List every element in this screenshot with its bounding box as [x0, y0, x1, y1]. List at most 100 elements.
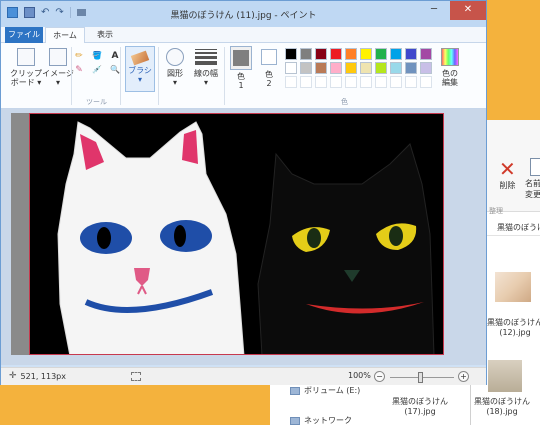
status-bar: ✛ 521, 113px 100% − + [1, 367, 486, 385]
palette-swatch[interactable] [285, 62, 297, 74]
paint-window: ↶ ↷ 黒猫のぼうけん (11).jpg - ペイント ─ ✕ ファイル ホーム… [0, 0, 487, 385]
palette-swatch[interactable] [390, 48, 402, 60]
palette-swatch[interactable] [375, 62, 387, 74]
file-label-17[interactable]: 黒猫のぼうけん (17).jpg [390, 397, 450, 417]
palette-swatch[interactable] [300, 62, 312, 74]
shapes-button[interactable]: 図形 ▾ [161, 48, 189, 87]
selection-size-icon [131, 372, 141, 381]
palette-swatch[interactable] [375, 48, 387, 60]
zoom-slider-thumb[interactable] [418, 372, 423, 383]
tab-file[interactable]: ファイル [5, 27, 43, 43]
brush-button[interactable]: ブラシ ▾ [125, 46, 155, 92]
delete-icon: ✕ [499, 157, 516, 181]
palette-swatch[interactable] [360, 48, 372, 60]
network-icon [290, 416, 300, 425]
cursor-position: ✛ 521, 113px [9, 371, 66, 381]
tab-home[interactable]: ホーム [45, 27, 85, 44]
zoom-in-button[interactable]: + [458, 371, 469, 382]
color1-swatch [230, 46, 252, 70]
palette-swatch[interactable] [390, 76, 402, 88]
cursor-icon: ✛ [9, 371, 17, 381]
color-group-label: 色 [341, 98, 348, 106]
brush-icon [130, 50, 150, 66]
edit-colors-icon [441, 48, 459, 66]
nav-volume-e[interactable]: ボリューム (E:) [290, 385, 360, 396]
cursor-position-text: 521, 113px [20, 371, 66, 381]
fill-icon[interactable]: 🪣 [91, 51, 103, 61]
file-label-12[interactable]: 黒猫のぼうけん (12).jpg [485, 318, 540, 338]
palette-swatch[interactable] [300, 76, 312, 88]
color-picker-icon[interactable]: 💉 [91, 65, 103, 75]
cat-drawing [57, 121, 435, 354]
line-width-button[interactable]: 線の幅 ▾ [191, 48, 221, 87]
clipboard-icon [17, 48, 35, 66]
color2-label: 色 2 [265, 70, 273, 88]
drive-icon [290, 386, 300, 395]
line-width-icon [195, 48, 217, 66]
palette-swatch[interactable] [330, 76, 342, 88]
image-icon [49, 48, 67, 66]
edit-colors-label: 色の 編集 [442, 69, 458, 87]
rename-button[interactable]: 名前の 変更 [525, 158, 540, 200]
edit-colors-button[interactable]: 色の 編集 [435, 48, 465, 87]
color1-label: 色 1 [237, 72, 245, 90]
palette-swatch[interactable] [330, 62, 342, 74]
canvas-margin [11, 113, 29, 355]
nav-volume-label: ボリューム (E:) [304, 386, 361, 395]
palette-swatch[interactable] [285, 48, 297, 60]
file-thumbnail-12[interactable] [495, 272, 531, 302]
palette-swatch[interactable] [345, 48, 357, 60]
eraser-icon[interactable]: ✎ [73, 65, 85, 75]
delete-button[interactable]: ✕ 削除 [499, 158, 516, 191]
palette-swatch[interactable] [420, 62, 432, 74]
palette-swatch[interactable] [360, 62, 372, 74]
brush-label: ブラシ ▾ [128, 66, 152, 84]
palette-swatch[interactable] [315, 76, 327, 88]
palette-swatch[interactable] [345, 76, 357, 88]
line-width-label: 線の幅 ▾ [194, 69, 218, 87]
file-label-18[interactable]: 黒猫のぼうけん (18).jpg [472, 397, 532, 417]
clipboard-button[interactable]: クリップ ボード ▾ [9, 48, 43, 87]
color2-button[interactable]: 色 2 [259, 49, 279, 88]
drawing-canvas[interactable] [29, 113, 444, 355]
color1-button[interactable]: 色 1 [228, 46, 254, 90]
close-button[interactable]: ✕ [450, 1, 486, 20]
palette-swatch[interactable] [405, 62, 417, 74]
palette-swatch[interactable] [405, 76, 417, 88]
organize-group-label: 整理 [489, 207, 503, 215]
palette-swatch[interactable] [345, 62, 357, 74]
ribbon-tabs: ファイル ホーム 表示 [1, 27, 486, 44]
palette-swatch[interactable] [405, 48, 417, 60]
pencil-icon[interactable]: ✏ [73, 51, 85, 61]
palette-swatch[interactable] [300, 48, 312, 60]
palette-swatch[interactable] [390, 62, 402, 74]
ribbon: クリップ ボード ▾ イメージ ▾ ✏ 🪣 A ✎ 💉 🔍 ツール ブラシ ▾ … [1, 43, 486, 109]
palette-swatch[interactable] [315, 62, 327, 74]
palette-swatch[interactable] [420, 48, 432, 60]
delete-label: 削除 [499, 181, 516, 190]
file-thumbnail-18[interactable] [488, 360, 522, 392]
nav-network[interactable]: ネットワーク [290, 415, 352, 425]
palette-swatch[interactable] [420, 76, 432, 88]
palette-swatch[interactable] [360, 76, 372, 88]
ribbon-divider [224, 47, 225, 105]
nav-network-label: ネットワーク [304, 416, 352, 425]
rename-icon [530, 158, 540, 176]
minimize-button[interactable]: ─ [421, 1, 447, 21]
palette-swatch[interactable] [315, 48, 327, 60]
color-palette [285, 48, 432, 88]
color2-swatch [261, 49, 277, 65]
palette-swatch[interactable] [330, 48, 342, 60]
shapes-icon [166, 48, 184, 66]
ribbon-divider [71, 47, 72, 105]
clipboard-label: クリップ ボード ▾ [10, 69, 42, 87]
palette-swatch[interactable] [285, 76, 297, 88]
zoom-level: 100% [348, 371, 371, 380]
image-button[interactable]: イメージ ▾ [41, 48, 75, 87]
tools-group-label: ツール [86, 98, 107, 106]
image-label: イメージ ▾ [42, 69, 74, 87]
palette-swatch[interactable] [375, 76, 387, 88]
title-bar: ↶ ↷ 黒猫のぼうけん (11).jpg - ペイント ─ ✕ [1, 1, 486, 27]
zoom-out-button[interactable]: − [374, 371, 385, 382]
tab-view[interactable]: 表示 [87, 27, 123, 43]
